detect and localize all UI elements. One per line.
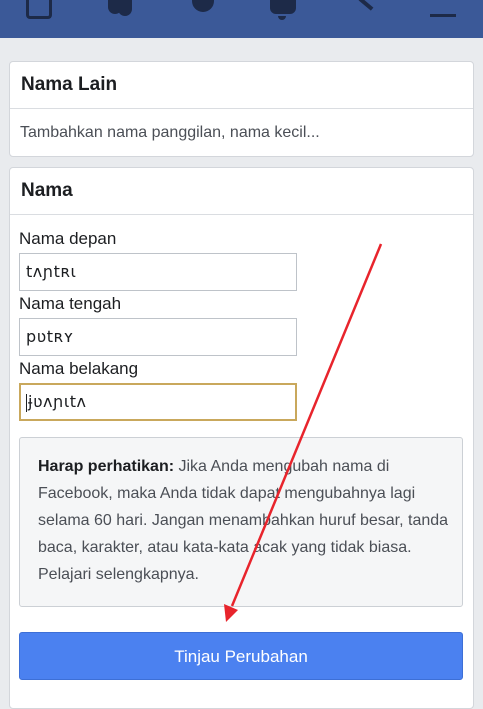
notice-heading: Harap perhatikan:: [38, 458, 175, 475]
notifications-icon[interactable]: [268, 0, 296, 22]
top-navigation-bar: [0, 0, 483, 38]
alias-section-title: Nama Lain: [10, 62, 473, 109]
first-name-input[interactable]: tʌɲtʀι: [19, 253, 297, 291]
add-alias-link[interactable]: Tambahkan nama panggilan, nama kecil...: [10, 109, 473, 156]
middle-name-input[interactable]: pʋtʀʏ: [19, 318, 297, 356]
name-change-notice: Harap perhatikan: Jika Anda mengubah nam…: [19, 437, 463, 607]
menu-icon[interactable]: [430, 0, 456, 22]
last-name-input[interactable]: ɉʋʌɲιtʌ: [19, 383, 297, 421]
messenger-icon[interactable]: [190, 0, 216, 22]
name-card: Nama Nama depan tʌɲtʀι Nama tengah pʋtʀʏ…: [9, 167, 474, 709]
last-name-value: ɉʋʌɲιtʌ: [28, 392, 87, 411]
friends-icon[interactable]: [108, 0, 134, 22]
alias-card: Nama Lain Tambahkan nama panggilan, nama…: [9, 61, 474, 157]
review-changes-button[interactable]: Tinjau Perubahan: [19, 632, 463, 680]
learn-more-link[interactable]: Pelajari selengkapnya.: [38, 566, 199, 583]
first-name-label: Nama depan: [19, 229, 117, 248]
search-icon[interactable]: [350, 0, 376, 22]
middle-name-label: Nama tengah: [19, 294, 122, 313]
text-cursor: [26, 393, 27, 412]
last-name-label: Nama belakang: [19, 359, 139, 378]
home-icon[interactable]: [26, 0, 52, 19]
name-section-title: Nama: [10, 168, 473, 215]
